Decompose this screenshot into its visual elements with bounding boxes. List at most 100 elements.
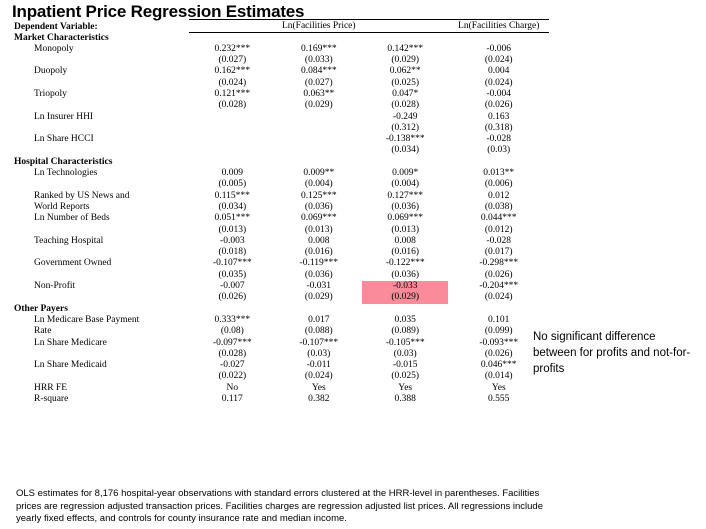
hrr-fe-value: Yes [491, 382, 506, 393]
group-header-facilities-price: Ln(Facilities Price) [189, 19, 449, 33]
coef-cell: -0.298*** [479, 258, 519, 269]
coef-cell [189, 134, 275, 145]
r-square-value: 0.555 [488, 394, 510, 404]
section-label-hospital: Hospital Characteristics [14, 156, 113, 167]
hrr-fe-value: Yes [311, 382, 326, 393]
table-row-se: (0.028) (0.029) (0.028) (0.026) [14, 100, 549, 111]
coef-cell: 0.035 [394, 314, 416, 325]
table-row: Duopoly 0.162*** 0.084*** 0.062** 0.004 [14, 66, 549, 77]
se-cell: (0.089) [391, 326, 420, 337]
coef-cell: 0.044*** [480, 213, 517, 224]
se-cell: (0.024) [218, 77, 247, 88]
table-row-se: (0.027) (0.033) (0.029) (0.024) [14, 55, 549, 66]
coef-cell: -0.122*** [385, 258, 425, 269]
table-row-se: World Reports (0.034) (0.036) (0.036) (0… [14, 202, 549, 213]
se-cell: (0.005) [218, 179, 247, 190]
se-cell: (0.016) [391, 247, 420, 258]
se-cell: (0.024) [304, 371, 333, 382]
hrr-fe-value: No [226, 382, 239, 393]
se-cell: (0.036) [304, 201, 333, 212]
se-cell: (0.033) [304, 55, 333, 66]
row-label-hrr-fe: HRR FE [34, 382, 67, 393]
coef-cell: 0.069*** [300, 213, 337, 224]
se-cell: (0.038) [484, 201, 513, 212]
coef-cell: -0.107*** [212, 258, 252, 269]
row-label-non-profit: Non-Profit [34, 281, 76, 292]
se-cell: (0.034) [218, 201, 247, 212]
coef-cell: 0.127*** [387, 190, 424, 201]
r-square-value: 0.117 [221, 394, 243, 404]
se-cell: (0.025) [391, 77, 420, 88]
se-cell: (0.027) [218, 55, 247, 66]
coef-cell: 0.062** [389, 66, 421, 77]
row-label-ln-insurer-hhi: Ln Insurer HHI [34, 111, 94, 122]
table-row-se: (0.018) (0.016) (0.016) (0.017) [14, 247, 549, 258]
coef-cell: -0.027 [220, 360, 245, 371]
se-cell: (0.029) [304, 292, 333, 303]
se-cell: (0.035) [218, 269, 247, 280]
section-label-other-payers: Other Payers [14, 303, 68, 314]
coef-cell: 0.121*** [214, 88, 251, 99]
se-cell: (0.024) [484, 77, 513, 88]
se-cell: (0.312) [391, 122, 420, 133]
coef-cell: 0.163 [488, 111, 510, 122]
coef-cell: 0.008 [394, 235, 416, 246]
table-row: Ln Number of Beds 0.051*** 0.069*** 0.06… [14, 213, 549, 224]
table-row-se: (0.028) (0.03) (0.03) (0.026) [14, 349, 549, 360]
hrr-fe-value: Yes [398, 382, 413, 393]
coef-cell: -0.015 [392, 360, 418, 371]
section-header-other-payers: Other Payers [14, 304, 549, 315]
se-cell: (0.013) [304, 224, 333, 235]
row-label-teaching-hospital: Teaching Hospital [34, 235, 104, 246]
coef-cell: 0.169*** [300, 43, 337, 54]
coef-cell: 0.069*** [387, 213, 424, 224]
table-header-row: Dependent Variable: Ln(Facilities Price)… [14, 19, 549, 33]
regression-table: Dependent Variable: Ln(Facilities Price)… [14, 19, 549, 405]
table-row: Ln Share HCCI -0.138*** -0.028 [14, 134, 549, 145]
coef-cell: -0.119*** [299, 258, 338, 269]
coef-cell: 0.333*** [214, 314, 251, 325]
row-label-ln-share-medicaid: Ln Share Medicaid [34, 360, 107, 371]
se-cell: (0.029) [304, 100, 333, 111]
se-cell [276, 145, 362, 156]
se-cell: (0.027) [304, 77, 333, 88]
table-row: Teaching Hospital -0.003 0.008 0.008 -0.… [14, 236, 549, 247]
coef-cell: -0.028 [486, 235, 511, 246]
se-cell: (0.029) [391, 55, 420, 66]
row-label-ln-medicare-base-payment: Ln Medicare Base Payment [34, 314, 140, 325]
se-cell: (0.018) [218, 247, 247, 258]
coef-cell: -0.028 [486, 134, 511, 145]
se-cell: (0.036) [391, 269, 420, 280]
table-row: Ranked by US News and 0.115*** 0.125*** … [14, 191, 549, 202]
table-row-se: (0.026) (0.029) (0.029) (0.024) [14, 292, 549, 304]
se-cell: (0.024) [484, 292, 513, 303]
table-row: Non-Profit -0.007 -0.031 -0.033 -0.204**… [14, 281, 549, 293]
table-row-hrr-fe: HRR FE No Yes Yes Yes [14, 383, 549, 394]
table-row-se: (0.024) (0.027) (0.025) (0.024) [14, 78, 549, 89]
coef-cell: -0.006 [486, 43, 511, 54]
se-cell: (0.006) [484, 179, 513, 190]
table-row-se: (0.035) (0.036) (0.036) (0.026) [14, 270, 549, 281]
coef-cell: 0.051*** [214, 213, 251, 224]
row-label-government-owned: Government Owned [34, 258, 112, 269]
coef-cell: 0.047* [392, 88, 419, 99]
coef-cell: 0.009** [303, 168, 335, 179]
coef-cell: 0.009* [392, 168, 419, 179]
coef-cell: -0.138*** [385, 134, 425, 145]
table-row-se: (0.312) (0.318) [14, 123, 549, 134]
se-cell: (0.013) [218, 224, 247, 235]
coef-cell: -0.107*** [299, 337, 339, 348]
se-cell [189, 145, 275, 156]
section-label-market: Market Characteristics [14, 32, 109, 43]
coef-cell [189, 112, 275, 123]
se-cell-highlighted: (0.029) [361, 292, 449, 304]
row-label-r-square: R-square [34, 394, 69, 404]
coef-cell: 0.017 [308, 314, 330, 325]
coef-cell: 0.125*** [300, 190, 337, 201]
table-row-se: (0.034) (0.03) [14, 145, 549, 156]
se-cell: (0.08) [220, 326, 244, 337]
coef-cell [276, 134, 362, 145]
table-row: Ln Share Medicare -0.097*** -0.107*** -0… [14, 338, 549, 349]
coef-cell: -0.249 [392, 111, 418, 122]
table-row-se: (0.013) (0.013) (0.013) (0.012) [14, 225, 549, 236]
